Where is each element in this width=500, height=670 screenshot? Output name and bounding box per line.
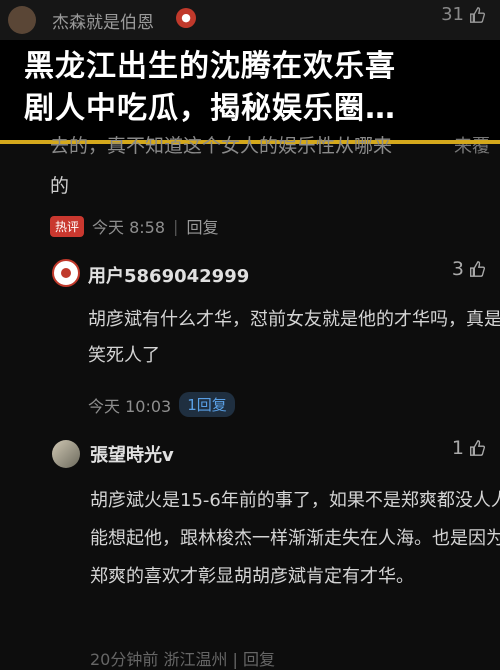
avatar[interactable] (8, 6, 36, 34)
article-banner[interactable]: 黑龙江出生的沈腾在欢乐喜 剧人中吃瓜，揭秘娱乐圈… 来覆 (0, 40, 500, 157)
thumbs-up-icon (470, 261, 486, 277)
comment-meta: 20分钟前 浙江温州 | 回复 (90, 650, 276, 669)
like-button[interactable]: 31 (441, 4, 486, 25)
username[interactable]: 張望時光v (90, 441, 174, 467)
comment-line: 去的，真不知道这个女人的娱乐性从哪来 (50, 135, 393, 157)
username[interactable]: 杰森就是伯恩 (52, 8, 154, 33)
hot-badge: 热评 (50, 215, 85, 237)
avatar[interactable] (52, 259, 80, 287)
like-button[interactable]: 1 (452, 437, 486, 459)
comment-line: 的 (50, 175, 70, 197)
top-comment-row: 杰森就是伯恩 ● 31 (0, 0, 500, 40)
comment-text: 胡彦斌火是15-6年前的事了，如果不是郑爽都没人人能想起他，跟林梭杰一样渐渐走失… (90, 490, 500, 587)
separator: | (173, 216, 179, 236)
thumbs-up-icon (470, 6, 486, 23)
like-button[interactable]: 3 (452, 258, 486, 280)
reply-count-button[interactable]: 1回复 (179, 392, 235, 417)
reply-button[interactable]: 回复 (186, 214, 218, 238)
avatar[interactable] (52, 440, 80, 468)
badge-icon: ● (176, 8, 196, 28)
timestamp: 今天 10:03 (88, 396, 172, 416)
comment-meta: 热评 今天 8:58 | 回复 (50, 214, 218, 238)
username[interactable]: 用户5869042999 (88, 262, 249, 288)
timestamp: 今天 8:58 (92, 218, 166, 237)
thumbs-up-icon (470, 440, 486, 456)
like-count: 1 (451, 437, 464, 459)
comment-text: 去的，真不知道这个女人的娱乐性从哪来 的 (50, 126, 490, 206)
comment-text: 胡彦斌有什么才华，怼前女友就是他的才华吗，真是笑死人了 (88, 309, 500, 366)
comment-meta: 今天 10:03 1回复 (88, 392, 235, 417)
like-count: 31 (441, 4, 464, 25)
banner-title: 黑龙江出生的沈腾在欢乐喜 剧人中吃瓜，揭秘娱乐圈… (24, 49, 396, 126)
like-count: 3 (451, 258, 464, 280)
